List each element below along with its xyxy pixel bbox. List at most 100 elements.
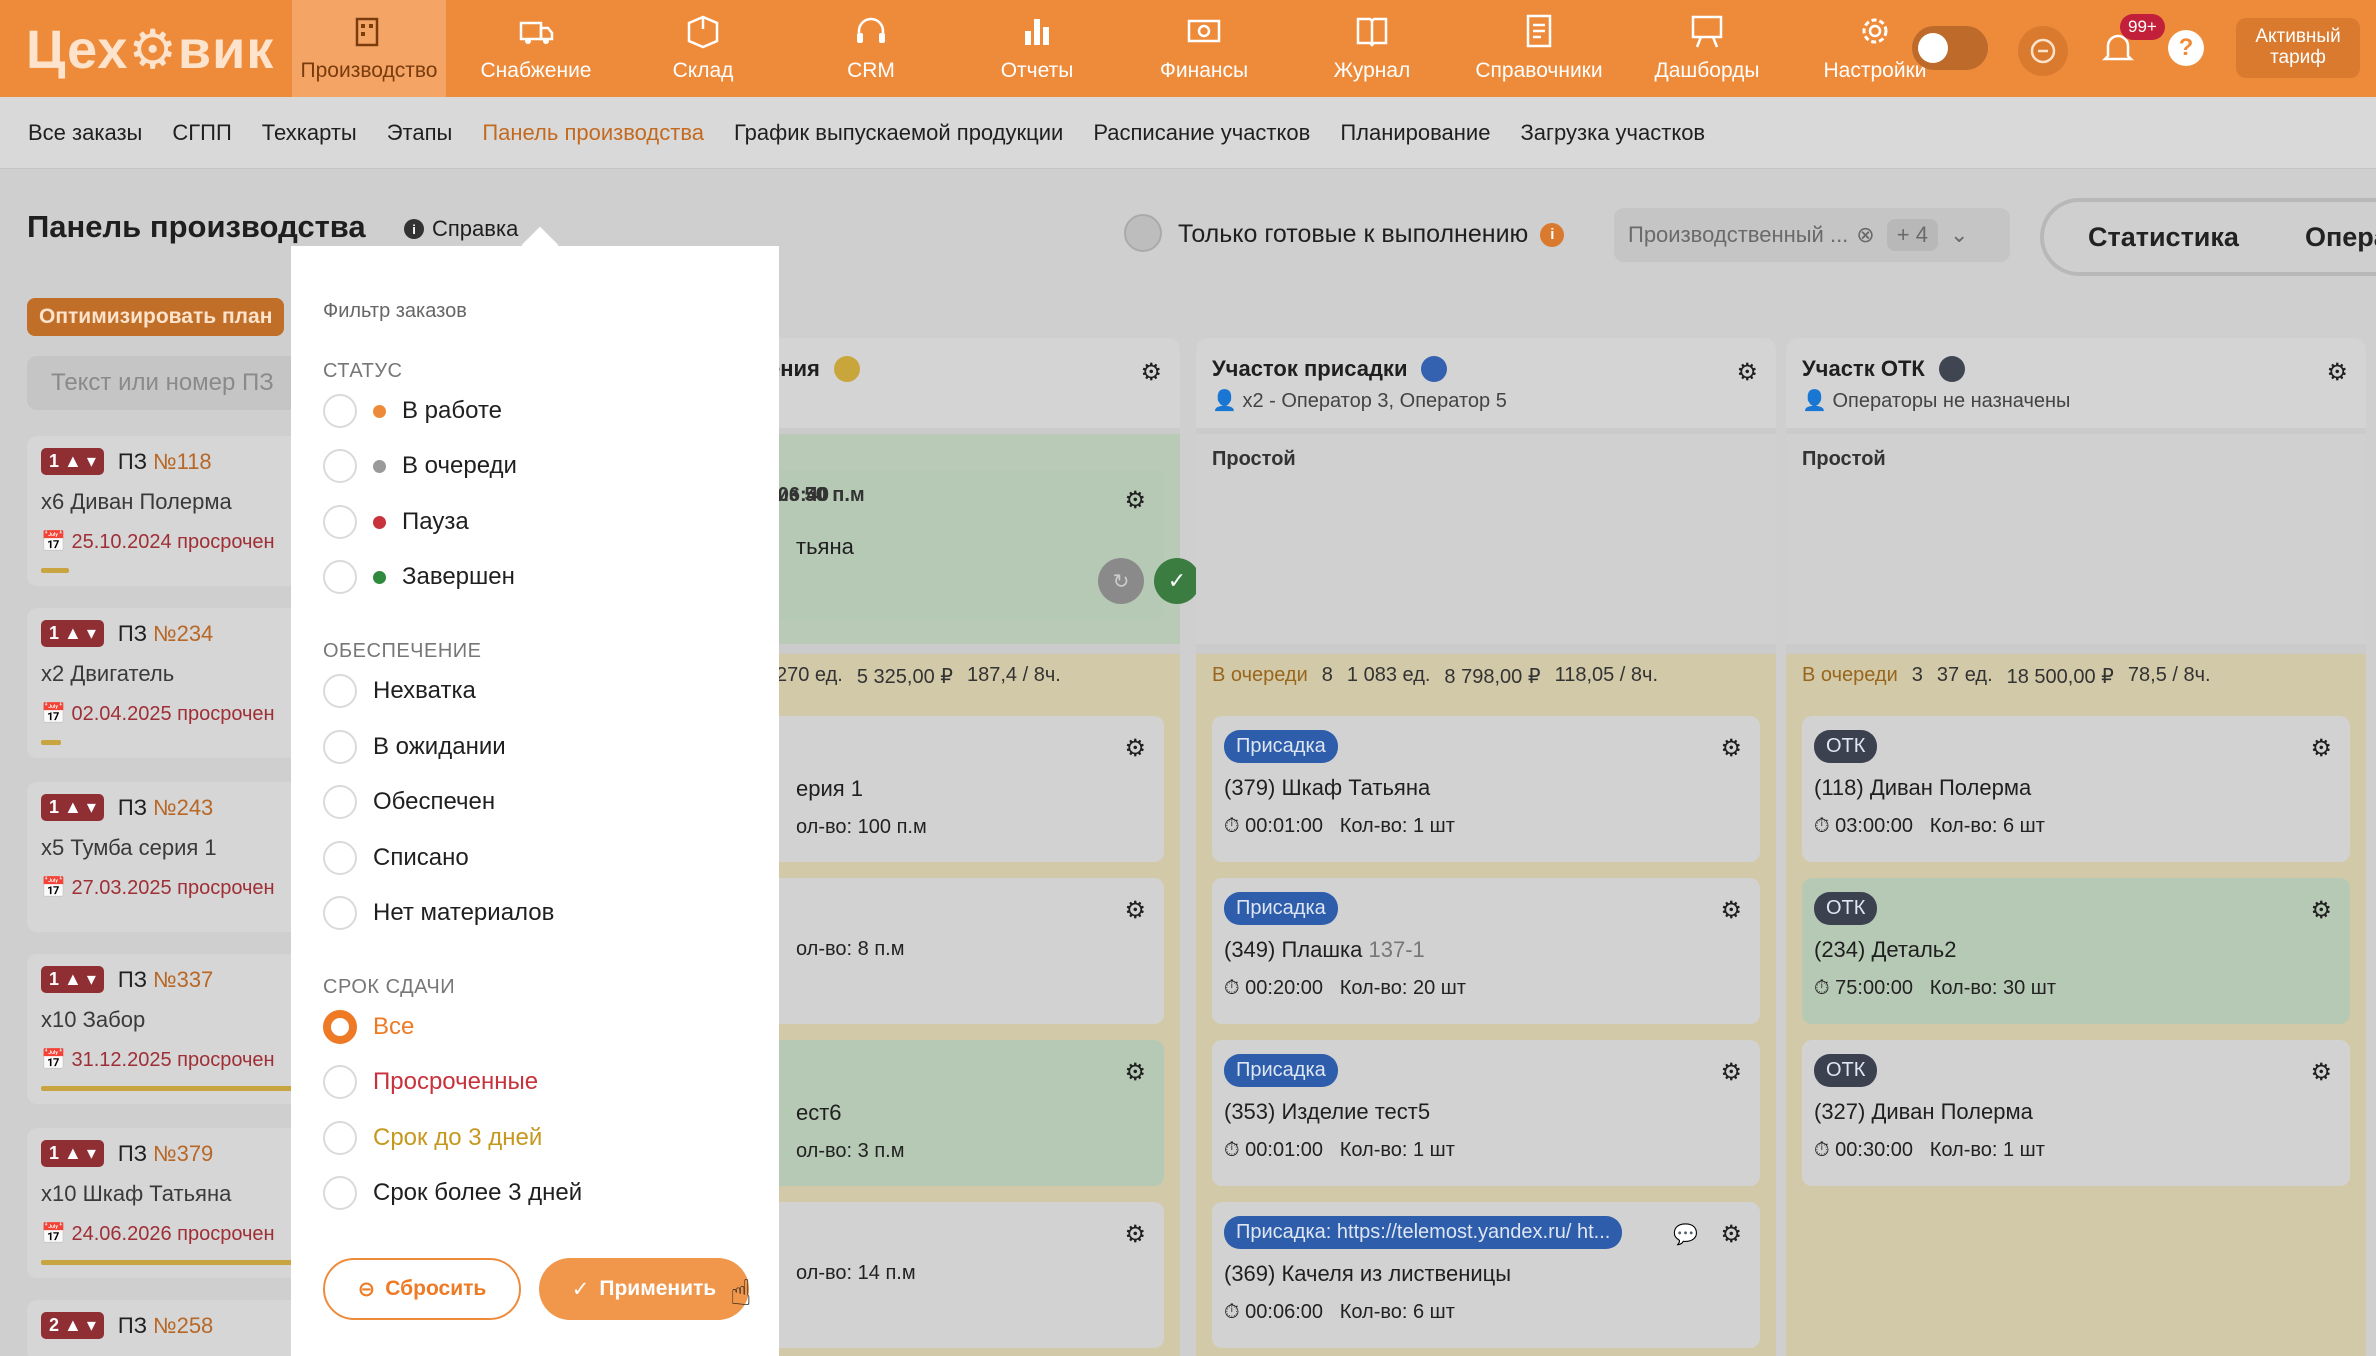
tariff-button[interactable]: Активный тариф — [2236, 18, 2360, 78]
order-card[interactable]: 2 ▲ ▾ ПЗ №258 — [27, 1300, 327, 1356]
nav-finance[interactable]: Финансы — [1134, 0, 1274, 97]
subnav-planning[interactable]: Планирование — [1340, 120, 1490, 146]
subnav-stages[interactable]: Этапы — [387, 120, 453, 146]
gear-icon[interactable]: ⚙ — [2310, 896, 2332, 925]
task-card[interactable]: ОТК ⚙ (234) Деталь2 ⏱ 75:00:00 Кол-во: 3… — [1802, 878, 2350, 1024]
radio[interactable] — [323, 785, 357, 819]
gear-icon[interactable]: ⚙ — [2310, 1058, 2332, 1087]
nav-dashboards[interactable]: Дашборды — [1640, 0, 1774, 97]
restart-icon[interactable]: ↻ — [1098, 558, 1144, 604]
status-option[interactable]: В работе — [323, 394, 502, 428]
due-option-more-3days[interactable]: Срок более 3 дней — [323, 1176, 582, 1210]
gear-icon[interactable]: ⚙ — [1736, 358, 1758, 387]
optimize-plan-button[interactable]: Оптимизировать план — [27, 298, 285, 336]
task-card[interactable]: ОТК ⚙ (118) Диван Полерма ⏱ 03:00:00 Кол… — [1802, 716, 2350, 862]
nav-production[interactable]: Производство — [292, 0, 446, 97]
help-link[interactable]: i Справка — [404, 216, 518, 242]
gear-icon[interactable]: ⚙ — [1124, 486, 1146, 515]
gear-icon[interactable]: ⚙ — [1124, 1220, 1146, 1249]
gear-icon[interactable]: ⚙ — [1124, 1058, 1146, 1087]
radio[interactable] — [323, 896, 357, 930]
gear-icon[interactable]: ⚙ — [2326, 358, 2348, 387]
radio[interactable] — [323, 1176, 357, 1210]
due-option-overdue[interactable]: Просроченные — [323, 1065, 538, 1099]
priority-badge[interactable]: 1 ▲ ▾ — [41, 794, 104, 821]
chat-button[interactable] — [2018, 26, 2068, 76]
radio-selected[interactable] — [323, 1010, 357, 1044]
task-card[interactable]: Присадка ⚙ (353) Изделие тест5 ⏱ 00:01:0… — [1212, 1040, 1760, 1186]
status-option[interactable]: Пауза — [323, 505, 469, 539]
order-card[interactable]: 1 ▲ ▾ ПЗ №234 х2 Двигатель 📅 02.04.2025 пр… — [27, 608, 327, 758]
subnav-sgpp[interactable]: СГПП — [172, 120, 231, 146]
supply-option[interactable]: Списано — [323, 841, 469, 875]
nav-reports[interactable]: Отчеты — [970, 0, 1104, 97]
task-card[interactable]: Присадка: https://telemost.yandex.ru/ ht… — [1212, 1202, 1760, 1348]
task-card[interactable]: ⚙ ол-во: 8 п.м — [744, 878, 1164, 1024]
tab-statistics[interactable]: Статистика — [2088, 222, 2239, 253]
gear-icon[interactable]: ⚙ — [1124, 896, 1146, 925]
radio[interactable] — [323, 394, 357, 428]
subnav-area-schedule[interactable]: Расписание участков — [1093, 120, 1310, 146]
gear-icon[interactable]: ⚙ — [1140, 358, 1162, 387]
status-option[interactable]: В очереди — [323, 449, 517, 483]
apply-button[interactable]: ✓ Применить — [539, 1258, 749, 1320]
radio[interactable] — [323, 505, 357, 539]
gear-icon[interactable]: ⚙ — [1124, 734, 1146, 763]
task-card[interactable]: Присадка ⚙ (349) Плашка 137-1 ⏱ 00:20:00… — [1212, 878, 1760, 1024]
status-option[interactable]: Завершен — [323, 560, 515, 594]
info-icon[interactable]: i — [1540, 222, 1565, 247]
radio[interactable] — [323, 449, 357, 483]
supply-option[interactable]: Нет материалов — [323, 896, 554, 930]
radio[interactable] — [323, 841, 357, 875]
supply-option[interactable]: В ожидании — [323, 730, 506, 764]
order-card[interactable]: 1 ▲ ▾ ПЗ №337 х10 Забор 📅 31.12.2025 проср… — [27, 954, 327, 1104]
priority-badge[interactable]: 1 ▲ ▾ — [41, 448, 104, 475]
subnav-all-orders[interactable]: Все заказы — [28, 120, 142, 146]
due-option-all[interactable]: Все — [323, 1010, 414, 1044]
chevron-down-icon[interactable]: ⌄ — [1950, 222, 1968, 248]
theme-toggle[interactable] — [1912, 26, 1988, 70]
radio[interactable] — [323, 674, 357, 708]
subnav-output-schedule[interactable]: График выпускаемой продукции — [734, 120, 1063, 146]
priority-badge[interactable]: 1 ▲ ▾ — [41, 1140, 104, 1167]
radio[interactable] — [323, 1065, 357, 1099]
active-task-card[interactable]: ⚙ тьяна 0:06:40 0 из 50 п.м ↻ ✓ — [744, 470, 1200, 620]
nav-crm[interactable]: CRM — [806, 0, 936, 97]
ready-only-toggle[interactable] — [1124, 214, 1162, 252]
radio[interactable] — [323, 560, 357, 594]
nav-supply[interactable]: Снабжение — [466, 0, 606, 97]
gear-icon[interactable]: ⚙ — [1720, 896, 1742, 925]
nav-directories[interactable]: Справочники — [1466, 0, 1612, 97]
supply-option[interactable]: Обеспечен — [323, 785, 495, 819]
task-card[interactable]: ⚙ ол-во: 14 п.м — [744, 1202, 1164, 1348]
task-card[interactable]: ОТК ⚙ (327) Диван Полерма ⏱ 00:30:00 Кол… — [1802, 1040, 2350, 1186]
order-search-input[interactable]: Текст или номер ПЗ — [27, 356, 327, 410]
tab-operators[interactable]: Опера — [2305, 222, 2376, 253]
priority-badge[interactable]: 2 ▲ ▾ — [41, 1312, 104, 1339]
task-card[interactable]: ⚙ ерия 1 ол-во: 100 п.м — [744, 716, 1164, 862]
check-icon[interactable]: ✓ — [1154, 558, 1200, 604]
supply-option[interactable]: Нехватка — [323, 674, 476, 708]
subnav-production-panel[interactable]: Панель производства — [482, 120, 704, 146]
gear-icon[interactable]: ⚙ — [1720, 734, 1742, 763]
subnav-area-load[interactable]: Загрузка участков — [1520, 120, 1705, 146]
app-logo[interactable]: Цех⚙вик — [26, 18, 274, 81]
radio[interactable] — [323, 730, 357, 764]
due-option-3days[interactable]: Срок до 3 дней — [323, 1121, 542, 1155]
order-card[interactable]: 1 ▲ ▾ ПЗ №118 х6 Диван Полерма 📅 25.10.202… — [27, 436, 327, 586]
task-card[interactable]: Присадка ⚙ (379) Шкаф Татьяна ⏱ 00:01:00… — [1212, 716, 1760, 862]
task-card[interactable]: ⚙ ест6 ол-во: 3 п.м — [744, 1040, 1164, 1186]
nav-journal[interactable]: Журнал — [1306, 0, 1438, 97]
priority-badge[interactable]: 1 ▲ ▾ — [41, 966, 104, 993]
radio[interactable] — [323, 1121, 357, 1155]
comment-icon[interactable]: 💬 — [1673, 1222, 1698, 1247]
order-card[interactable]: 1 ▲ ▾ ПЗ №243 х5 Тумба серия 1 📅 27.03.202… — [27, 782, 327, 932]
reset-button[interactable]: ⊖ Сбросить — [323, 1258, 521, 1320]
gear-icon[interactable]: ⚙ — [1720, 1220, 1742, 1249]
help-button[interactable]: ? — [2168, 30, 2204, 66]
order-card[interactable]: 1 ▲ ▾ ПЗ №379 х10 Шкаф Татьяна 📅 24.06.202… — [27, 1128, 327, 1278]
gear-icon[interactable]: ⚙ — [1720, 1058, 1742, 1087]
priority-badge[interactable]: 1 ▲ ▾ — [41, 620, 104, 647]
subnav-techcards[interactable]: Техкарты — [262, 120, 357, 146]
nav-warehouse[interactable]: Склад — [636, 0, 770, 97]
